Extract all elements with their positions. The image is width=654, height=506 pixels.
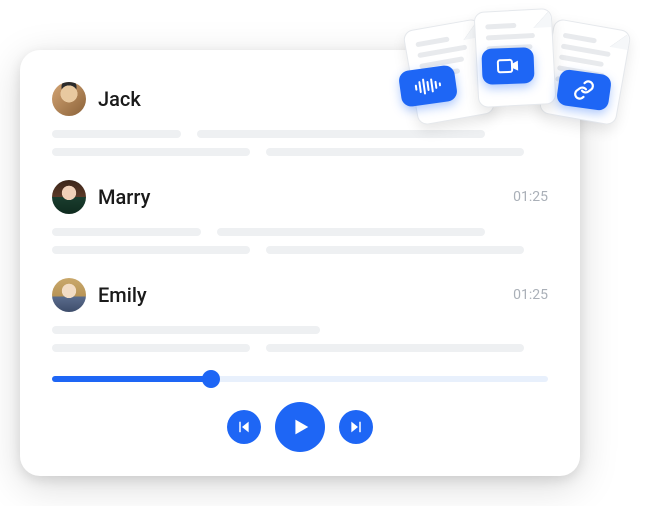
text-line [266, 148, 524, 156]
text-line [52, 326, 320, 334]
play-button[interactable] [275, 402, 325, 452]
speaker-name: Jack [98, 87, 141, 111]
entry-left: Jack [52, 82, 141, 116]
play-icon [289, 416, 311, 438]
doc-line [415, 37, 449, 48]
transcript-entry: Emily 01:25 [52, 278, 548, 352]
transcript-placeholder-lines [52, 228, 548, 254]
avatar[interactable] [52, 82, 86, 116]
audio-waveform-icon [412, 75, 444, 97]
text-line [52, 130, 181, 138]
link-attachment-badge[interactable] [556, 69, 613, 112]
text-line [266, 246, 524, 254]
timestamp: 01:25 [513, 287, 548, 303]
doc-line [486, 33, 535, 41]
audio-progress-thumb[interactable] [202, 370, 220, 388]
speaker-name: Emily [98, 283, 147, 307]
doc-line [485, 23, 516, 30]
text-line [266, 344, 524, 352]
entry-left: Emily [52, 278, 147, 312]
entry-left: Marry [52, 180, 150, 214]
audio-progress-fill [52, 376, 211, 382]
skip-next-icon [348, 419, 364, 435]
transcript-entry: Marry 01:25 [52, 180, 548, 254]
link-icon [572, 78, 597, 103]
avatar[interactable] [52, 180, 86, 214]
transcript-placeholder-lines [52, 326, 548, 352]
text-line [217, 228, 485, 236]
speaker-name: Marry [98, 185, 150, 209]
attachments-cluster [406, 6, 646, 146]
doc-line [563, 33, 597, 44]
avatar[interactable] [52, 278, 86, 312]
entry-header: Marry 01:25 [52, 180, 548, 214]
timestamp: 01:25 [513, 189, 548, 205]
next-track-button[interactable] [339, 410, 373, 444]
text-line [52, 246, 250, 254]
text-line [52, 344, 250, 352]
skip-previous-icon [236, 419, 252, 435]
video-attachment-badge[interactable] [481, 47, 534, 85]
entry-header: Emily 01:25 [52, 278, 548, 312]
player-controls [52, 402, 548, 452]
audio-progress-track[interactable] [52, 376, 548, 382]
video-icon [496, 57, 521, 76]
previous-track-button[interactable] [227, 410, 261, 444]
text-line [52, 228, 201, 236]
doc-line [559, 54, 604, 67]
text-line [52, 148, 250, 156]
